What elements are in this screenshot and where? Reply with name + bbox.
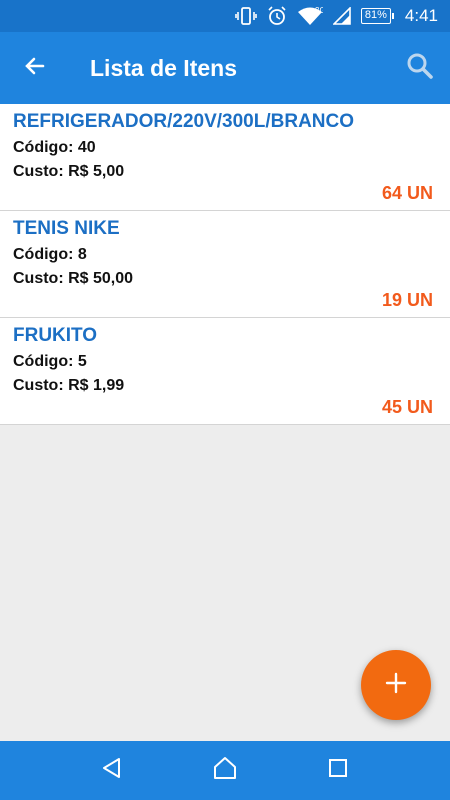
page-title: Lista de Itens <box>90 54 237 81</box>
item-code: Código: 40 <box>13 139 96 156</box>
clock: 4:41 <box>404 6 438 25</box>
item-cost: Custo: R$ 50,00 <box>13 270 134 287</box>
recents-square-icon <box>327 757 349 784</box>
item-name: FRUKITO <box>13 325 98 346</box>
system-nav-bar <box>0 741 450 800</box>
item-quantity: 19 UN <box>381 290 433 310</box>
item-cost: Custo: R$ 1,99 <box>13 377 125 394</box>
vibrate-icon <box>235 7 257 25</box>
battery-icon: 81% <box>360 8 394 24</box>
back-button[interactable] <box>0 32 70 104</box>
search-button[interactable] <box>390 32 450 104</box>
alarm-icon <box>267 6 287 26</box>
nav-back-button[interactable] <box>87 746 137 796</box>
signal-icon <box>332 7 351 25</box>
status-bar: 3G 81% 4:41 <box>0 0 450 32</box>
item-quantity: 64 UN <box>381 183 433 203</box>
list-item[interactable]: FRUKITO Código: 5 Custo: R$ 1,99 45 UN <box>0 318 450 425</box>
home-icon <box>212 755 238 786</box>
nav-recents-button[interactable] <box>313 746 363 796</box>
app-bar: Lista de Itens <box>0 32 450 104</box>
plus-icon <box>385 672 407 699</box>
item-code: Código: 5 <box>13 353 87 370</box>
item-name: TENIS NIKE <box>13 218 120 239</box>
add-item-button[interactable] <box>361 650 431 720</box>
nav-home-button[interactable] <box>200 746 250 796</box>
back-triangle-icon <box>100 756 124 785</box>
item-cost: Custo: R$ 5,00 <box>13 163 125 180</box>
list-item[interactable]: TENIS NIKE Código: 8 Custo: R$ 50,00 19 … <box>0 211 450 318</box>
network-label: 3G <box>315 6 323 15</box>
item-name: REFRIGERADOR/220V/300L/BRANCO <box>13 111 355 132</box>
search-icon <box>406 52 434 85</box>
arrow-back-icon <box>23 54 47 83</box>
item-quantity: 45 UN <box>381 397 433 417</box>
list-item[interactable]: REFRIGERADOR/220V/300L/BRANCO Código: 40… <box>0 104 450 211</box>
item-code: Código: 8 <box>13 246 87 263</box>
items-list: REFRIGERADOR/220V/300L/BRANCO Código: 40… <box>0 104 450 425</box>
wifi-icon: 3G <box>297 6 323 26</box>
